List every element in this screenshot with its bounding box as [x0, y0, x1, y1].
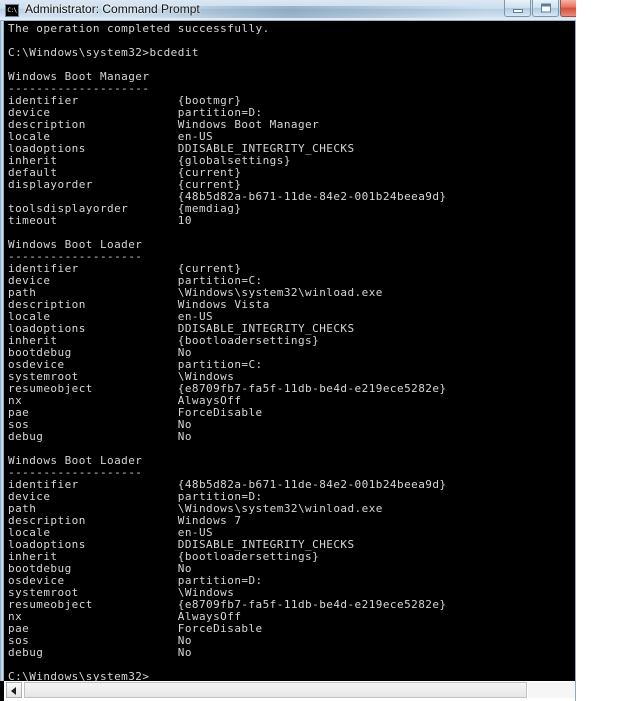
- close-button[interactable]: [560, 0, 576, 17]
- window-controls: [503, 0, 576, 17]
- minimize-icon: [512, 9, 523, 13]
- console-body: The operation completed successfully. C:…: [0, 21, 576, 701]
- horizontal-scrollbar[interactable]: [4, 681, 575, 701]
- minimize-button[interactable]: [504, 0, 531, 17]
- command-prompt-icon: C:\: [5, 4, 19, 17]
- title-bar[interactable]: C:\ Administrator: Command Prompt: [0, 0, 576, 21]
- console-screen[interactable]: The operation completed successfully. C:…: [4, 21, 575, 681]
- window-title: Administrator: Command Prompt: [25, 2, 200, 16]
- maximize-button[interactable]: [532, 0, 559, 17]
- scrollbar-thumb[interactable]: [24, 682, 527, 698]
- triangle-left-icon: [11, 687, 16, 695]
- scroll-left-arrow[interactable]: [6, 682, 22, 698]
- window-right-border: [575, 21, 576, 701]
- command-prompt-window: C:\ Administrator: Command Prompt The op…: [0, 0, 576, 701]
- scrollbar-track[interactable]: [528, 682, 575, 698]
- console-output-text: The operation completed successfully. C:…: [8, 22, 447, 682]
- maximize-icon: [540, 3, 551, 13]
